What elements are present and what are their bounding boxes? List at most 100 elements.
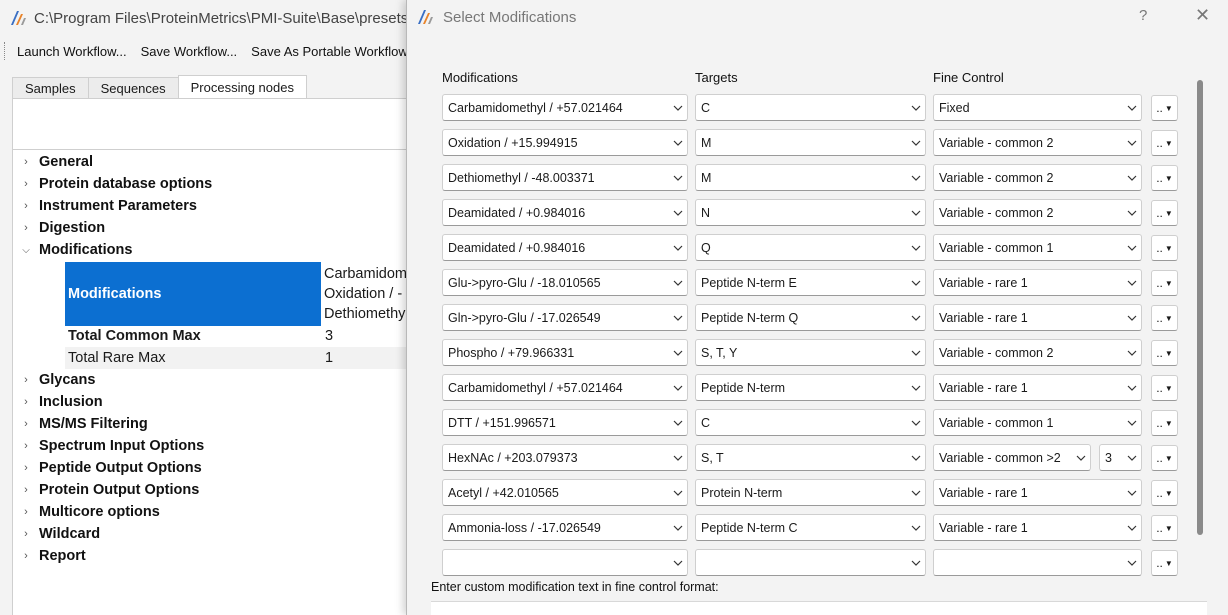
tree-node-general[interactable]: › General bbox=[13, 151, 421, 173]
tree-node-glycans[interactable]: › Glycans bbox=[13, 369, 421, 391]
row-options-button[interactable]: .. ▼ bbox=[1151, 200, 1178, 226]
total-common-max-row[interactable]: Total Common Max 3 bbox=[65, 325, 421, 347]
chevron-right-icon[interactable]: › bbox=[13, 484, 39, 496]
fine-control-select[interactable]: Variable - rare 1 bbox=[933, 374, 1142, 401]
tab-processing-nodes[interactable]: Processing nodes bbox=[177, 75, 307, 99]
help-button[interactable]: ? bbox=[1139, 7, 1147, 24]
target-select[interactable] bbox=[695, 549, 926, 576]
tree-node-spectrum-input-options[interactable]: › Spectrum Input Options bbox=[13, 435, 421, 457]
modification-select[interactable]: Acetyl / +42.010565 bbox=[442, 479, 688, 506]
modification-select[interactable]: Carbamidomethyl / +57.021464 bbox=[442, 94, 688, 121]
modification-select[interactable] bbox=[442, 549, 688, 576]
fine-control-select[interactable]: Variable - rare 1 bbox=[933, 479, 1142, 506]
fine-control-select[interactable]: Variable - rare 1 bbox=[933, 304, 1142, 331]
target-select[interactable]: Protein N-term bbox=[695, 479, 926, 506]
fine-control-select[interactable]: Variable - rare 1 bbox=[933, 514, 1142, 541]
fine-control-count-select[interactable]: 3 bbox=[1099, 444, 1142, 471]
row-options-button[interactable]: .. ▼ bbox=[1151, 410, 1178, 436]
target-select[interactable]: M bbox=[695, 129, 926, 156]
chevron-right-icon[interactable]: › bbox=[13, 528, 39, 540]
chevron-right-icon[interactable]: › bbox=[13, 374, 39, 386]
toolbar-grip[interactable] bbox=[4, 42, 7, 60]
modification-select[interactable]: Glu->pyro-Glu / -18.010565 bbox=[442, 269, 688, 296]
target-select[interactable]: Q bbox=[695, 234, 926, 261]
row-options-button[interactable]: .. ▼ bbox=[1151, 375, 1178, 401]
chevron-right-icon[interactable]: › bbox=[13, 396, 39, 408]
target-select[interactable]: C bbox=[695, 409, 926, 436]
row-options-button[interactable]: .. ▼ bbox=[1151, 130, 1178, 156]
launch-workflow-button[interactable]: Launch Workflow... bbox=[17, 44, 127, 59]
chevron-right-icon[interactable]: › bbox=[13, 200, 39, 212]
target-select[interactable]: S, T bbox=[695, 444, 926, 471]
tab-sequences[interactable]: Sequences bbox=[87, 77, 179, 99]
modifications-setting-selected[interactable]: Modifications bbox=[65, 262, 321, 326]
row-options-button[interactable]: .. ▼ bbox=[1151, 235, 1178, 261]
modification-select[interactable]: Carbamidomethyl / +57.021464 bbox=[442, 374, 688, 401]
row-options-button[interactable]: .. ▼ bbox=[1151, 305, 1178, 331]
chevron-down-icon[interactable]: ⌵ bbox=[13, 245, 39, 256]
target-select[interactable]: S, T, Y bbox=[695, 339, 926, 366]
chevron-right-icon[interactable]: › bbox=[13, 462, 39, 474]
tree-node-inclusion[interactable]: › Inclusion bbox=[13, 391, 421, 413]
fine-control-select[interactable]: Variable - common 2 bbox=[933, 339, 1142, 366]
chevron-right-icon[interactable]: › bbox=[13, 550, 39, 562]
vertical-scrollbar[interactable] bbox=[1196, 80, 1204, 570]
tree-node-digestion[interactable]: › Digestion bbox=[13, 217, 421, 239]
fine-control-select[interactable] bbox=[933, 549, 1142, 576]
save-as-portable-workflow-button[interactable]: Save As Portable Workflow bbox=[251, 44, 408, 59]
modification-select[interactable]: Phospho / +79.966331 bbox=[442, 339, 688, 366]
target-select[interactable]: Peptide N-term Q bbox=[695, 304, 926, 331]
fine-control-select[interactable]: Fixed bbox=[933, 94, 1142, 121]
target-select[interactable]: Peptide N-term C bbox=[695, 514, 926, 541]
chevron-right-icon[interactable]: › bbox=[13, 156, 39, 168]
target-select[interactable]: M bbox=[695, 164, 926, 191]
chevron-right-icon[interactable]: › bbox=[13, 178, 39, 190]
tab-samples[interactable]: Samples bbox=[12, 77, 89, 99]
target-select[interactable]: Peptide N-term E bbox=[695, 269, 926, 296]
fine-control-select[interactable]: Variable - common 2 bbox=[933, 129, 1142, 156]
total-rare-max-row[interactable]: Total Rare Max 1 bbox=[65, 347, 421, 369]
chevron-right-icon[interactable]: › bbox=[13, 506, 39, 518]
row-options-button[interactable]: .. ▼ bbox=[1151, 445, 1178, 471]
close-button[interactable]: ✕ bbox=[1195, 5, 1210, 26]
total-rare-max-value[interactable]: 1 bbox=[321, 350, 333, 366]
chevron-right-icon[interactable]: › bbox=[13, 440, 39, 452]
fine-control-select[interactable]: Variable - rare 1 bbox=[933, 269, 1142, 296]
dialog-titlebar[interactable]: Select Modifications bbox=[407, 0, 1228, 34]
fine-control-select[interactable]: Variable - common 2 bbox=[933, 164, 1142, 191]
chevron-right-icon[interactable]: › bbox=[13, 222, 39, 234]
row-options-button[interactable]: .. ▼ bbox=[1151, 340, 1178, 366]
total-common-max-value[interactable]: 3 bbox=[321, 328, 333, 344]
tree-node-msms-filtering[interactable]: › MS/MS Filtering bbox=[13, 413, 421, 435]
custom-modification-input[interactable] bbox=[431, 601, 1207, 615]
modification-select[interactable]: HexNAc / +203.079373 bbox=[442, 444, 688, 471]
scrollbar-thumb[interactable] bbox=[1197, 80, 1203, 535]
target-select[interactable]: C bbox=[695, 94, 926, 121]
chevron-right-icon[interactable]: › bbox=[13, 418, 39, 430]
modification-select[interactable]: Gln->pyro-Glu / -17.026549 bbox=[442, 304, 688, 331]
tree-node-report[interactable]: › Report bbox=[13, 545, 421, 567]
target-select[interactable]: N bbox=[695, 199, 926, 226]
row-options-button[interactable]: .. ▼ bbox=[1151, 515, 1178, 541]
tree-node-wildcard[interactable]: › Wildcard bbox=[13, 523, 421, 545]
row-options-button[interactable]: .. ▼ bbox=[1151, 95, 1178, 121]
target-select[interactable]: Peptide N-term bbox=[695, 374, 926, 401]
tree-node-instrument-parameters[interactable]: › Instrument Parameters bbox=[13, 195, 421, 217]
row-options-button[interactable]: .. ▼ bbox=[1151, 165, 1178, 191]
row-options-button[interactable]: .. ▼ bbox=[1151, 270, 1178, 296]
modification-select[interactable]: Ammonia-loss / -17.026549 bbox=[442, 514, 688, 541]
row-options-button[interactable]: .. ▼ bbox=[1151, 480, 1178, 506]
save-workflow-button[interactable]: Save Workflow... bbox=[141, 44, 238, 59]
tree-node-protein-output-options[interactable]: › Protein Output Options bbox=[13, 479, 421, 501]
fine-control-select[interactable]: Variable - common 2 bbox=[933, 199, 1142, 226]
fine-control-select[interactable]: Variable - common 1 bbox=[933, 409, 1142, 436]
modification-select[interactable]: DTT / +151.996571 bbox=[442, 409, 688, 436]
modification-select[interactable]: Deamidated / +0.984016 bbox=[442, 234, 688, 261]
fine-control-select[interactable]: Variable - common 1 bbox=[933, 234, 1142, 261]
row-options-button[interactable]: .. ▼ bbox=[1151, 550, 1178, 576]
tree-node-multicore-options[interactable]: › Multicore options bbox=[13, 501, 421, 523]
modification-select[interactable]: Deamidated / +0.984016 bbox=[442, 199, 688, 226]
tree-node-protein-database-options[interactable]: › Protein database options bbox=[13, 173, 421, 195]
modification-select[interactable]: Oxidation / +15.994915 bbox=[442, 129, 688, 156]
tree-node-peptide-output-options[interactable]: › Peptide Output Options bbox=[13, 457, 421, 479]
